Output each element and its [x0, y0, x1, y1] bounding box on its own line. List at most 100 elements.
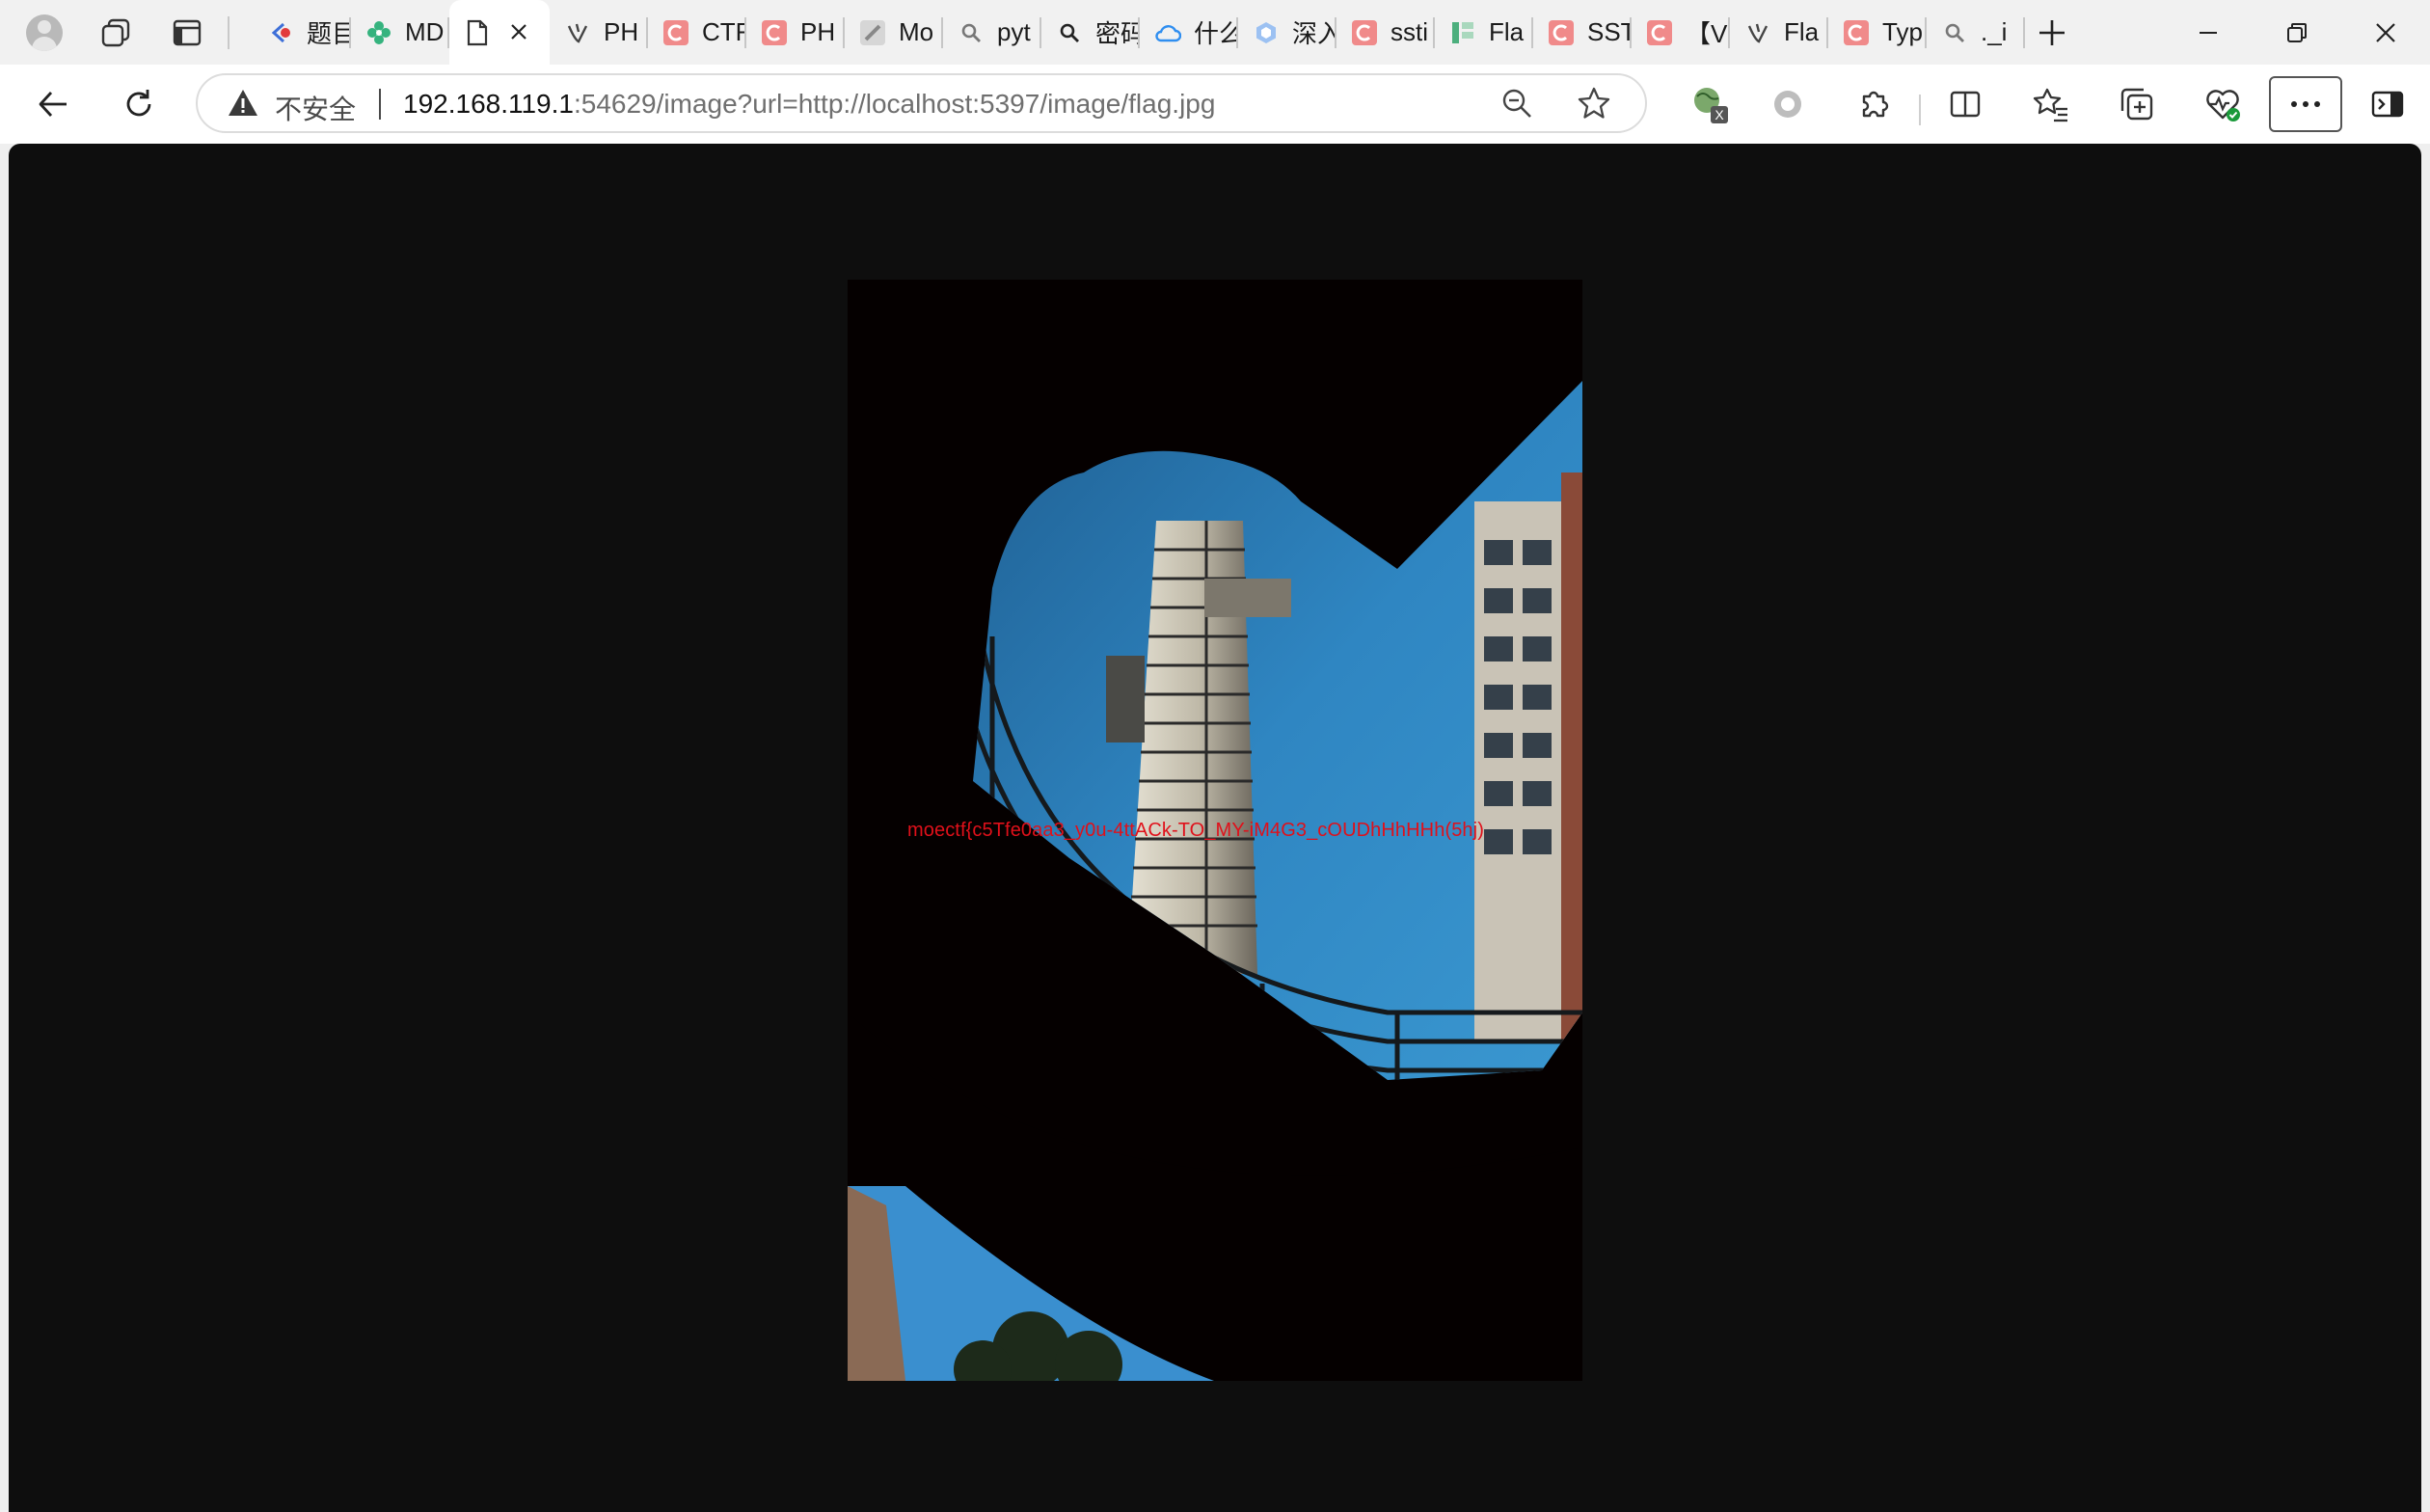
bird-favicon — [1743, 18, 1772, 47]
tab-title: Fla — [1489, 17, 1525, 46]
tab-14[interactable]: SST — [1533, 0, 1632, 65]
refresh-icon — [126, 90, 151, 117]
favorites-button[interactable] — [2024, 77, 2078, 131]
extension-button[interactable]: X — [1684, 77, 1738, 131]
zoom-out-icon — [1502, 89, 1531, 118]
tab-8[interactable]: pyt — [943, 0, 1041, 65]
close-icon — [2376, 22, 2395, 42]
back-arrow-icon — [39, 92, 67, 117]
tab-16[interactable]: Fla — [1730, 0, 1828, 65]
plus-icon — [2039, 20, 2065, 45]
refresh-button[interactable] — [112, 77, 166, 131]
navigation-toolbar: 不安全 192.168.119.1:54629/image?url=http:/… — [0, 65, 2430, 144]
restore-button[interactable] — [2253, 0, 2341, 65]
more-dots-icon — [2291, 101, 2320, 107]
sidebar-toggle-button[interactable] — [2361, 77, 2415, 131]
url-host: 192.168.119.1 — [403, 89, 574, 119]
search-favicon — [1055, 18, 1084, 47]
profile-button[interactable] — [17, 6, 71, 60]
close-tab-icon[interactable] — [509, 16, 528, 49]
c-favicon — [1350, 18, 1379, 47]
settings-more-button[interactable] — [2269, 76, 2342, 132]
url-path: :54629/image?url=http://localhost:5397/i… — [573, 89, 1216, 119]
tab-13[interactable]: Fla — [1435, 0, 1533, 65]
puzzle-icon — [1862, 91, 1889, 118]
workspaces-icon — [101, 18, 130, 46]
minimize-button[interactable] — [2164, 0, 2253, 65]
tab-title: pyt — [997, 17, 1031, 46]
tab-3[interactable] — [449, 0, 550, 65]
tab-title: CTF — [702, 17, 746, 46]
tab-strip-divider — [228, 15, 230, 49]
tab-title: MD — [405, 17, 445, 46]
tab-9[interactable]: 密码 — [1041, 0, 1140, 65]
c-favicon — [662, 18, 690, 47]
address-divider — [379, 89, 381, 120]
star-icon — [1578, 87, 1610, 119]
browser-essentials-button[interactable] — [2196, 77, 2250, 131]
back-button[interactable] — [26, 77, 80, 131]
tab-title: ._i — [1981, 17, 2008, 46]
profile-avatar-icon — [26, 14, 63, 51]
bird-favicon — [563, 18, 592, 47]
favorites-list-icon — [2033, 88, 2067, 122]
tab-18[interactable]: ._i — [1927, 0, 2025, 65]
address-bar[interactable]: 不安全 192.168.119.1:54629/image?url=http:/… — [196, 73, 1647, 133]
c-favicon — [1645, 18, 1674, 47]
tab-title: ssti — [1390, 17, 1428, 46]
record-button[interactable] — [1761, 77, 1815, 131]
flag-image[interactable]: moectf{c5Tfe0aa3_y0u-4ttACk-TO_MY-iM4G3_… — [848, 280, 1582, 1381]
pen-favicon — [858, 18, 887, 47]
tab-title: Typ — [1882, 17, 1923, 46]
tab-17[interactable]: Typ — [1828, 0, 1927, 65]
zoom-button[interactable] — [1490, 76, 1544, 130]
restore-icon — [2287, 22, 2307, 42]
tab-title: PH — [604, 17, 639, 46]
c-favicon — [760, 18, 789, 47]
tab-title: PH — [800, 17, 836, 46]
circle-icon — [1774, 91, 1801, 118]
minimize-icon — [2200, 31, 2217, 34]
workspaces-button[interactable] — [89, 6, 143, 60]
toolbar-divider — [1919, 94, 1921, 125]
tab-15[interactable]: 【V — [1632, 0, 1730, 65]
extensions-button[interactable] — [1847, 77, 1901, 131]
tab-10[interactable]: 什么 — [1140, 0, 1238, 65]
tab-1[interactable]: 题目 — [253, 0, 351, 65]
page-icon — [463, 18, 492, 47]
tab-7[interactable]: Mo — [845, 0, 943, 65]
search-favicon — [1940, 18, 1969, 47]
browser-window: 题目 MD PH CTF PH Mo pyt 密码 什么 深入 ssti Fla SST 【V Fla Typ… — [0, 0, 2430, 1512]
favorite-button[interactable] — [1567, 76, 1621, 130]
tab-title: 深入 — [1292, 19, 1336, 48]
vertical-tabs-button[interactable] — [160, 6, 214, 60]
page-viewport: moectf{c5Tfe0aa3_y0u-4ttACk-TO_MY-iM4G3_… — [9, 144, 2421, 1512]
search-favicon — [957, 18, 986, 47]
split-screen-button[interactable] — [1938, 77, 1992, 131]
globe-extension-icon: X — [1694, 88, 1728, 123]
tab-2[interactable]: MD — [351, 0, 449, 65]
c-favicon — [1842, 18, 1871, 47]
tab-4[interactable]: PH — [550, 0, 648, 65]
new-tab-button[interactable] — [2025, 6, 2079, 60]
collections-button[interactable] — [2110, 77, 2164, 131]
tab-title: 密码 — [1095, 19, 1140, 48]
heart-pulse-icon — [2206, 90, 2240, 122]
close-window-button[interactable] — [2341, 0, 2430, 65]
tab-title: Fla — [1784, 17, 1820, 46]
url-text[interactable]: 192.168.119.1:54629/image?url=http://loc… — [403, 89, 1215, 120]
flag-overlay-text: moectf{c5Tfe0aa3_y0u-4ttACk-TO_MY-iM4G3_… — [907, 820, 1484, 841]
cloud-favicon — [1153, 18, 1182, 47]
tab-11[interactable]: 深入 — [1238, 0, 1336, 65]
warning-icon[interactable] — [227, 87, 259, 120]
not-secure-label[interactable]: 不安全 — [275, 89, 356, 127]
tab-6[interactable]: PH — [746, 0, 845, 65]
tab-title: 什么 — [1194, 19, 1238, 48]
flower-favicon — [364, 18, 393, 47]
svg-text:X: X — [1714, 107, 1724, 122]
tab-12[interactable]: ssti — [1336, 0, 1435, 65]
split-screen-icon — [1950, 91, 1981, 118]
collections-icon — [2120, 88, 2153, 121]
tab-5[interactable]: CTF — [648, 0, 746, 65]
tab-list: 题目 MD PH CTF PH Mo pyt 密码 什么 深入 ssti Fla SST 【V Fla Typ… — [253, 0, 2025, 65]
